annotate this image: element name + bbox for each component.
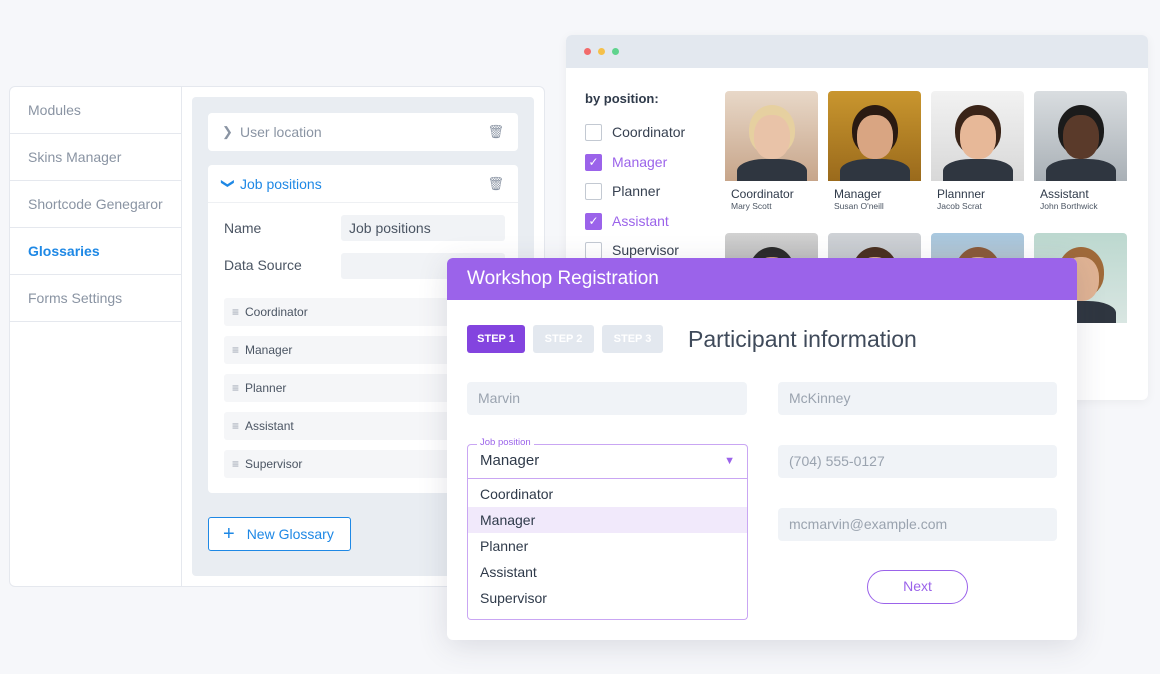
sidebar-item-shortcode-generator[interactable]: Shortcode Genegaror xyxy=(10,181,181,228)
checkbox-manager[interactable]: ✓ xyxy=(585,153,602,171)
sidebar: Modules Skins Manager Shortcode Genegaro… xyxy=(10,87,182,586)
drag-handle-icon[interactable]: ≡ xyxy=(232,419,239,433)
chevron-right-icon: ❯ xyxy=(222,124,233,139)
person-photo[interactable] xyxy=(931,91,1024,181)
person-role: Coordinator xyxy=(731,187,794,201)
drag-handle-icon[interactable]: ≡ xyxy=(232,381,239,395)
first-name-input[interactable]: Marvin xyxy=(467,382,747,415)
glossary-title: User location xyxy=(240,124,322,140)
checkbox-assistant[interactable]: ✓ xyxy=(585,212,602,230)
caret-down-icon: ▼ xyxy=(724,455,735,467)
face-shape xyxy=(1063,115,1099,159)
person-card-caption: Coordinator Mary Scott xyxy=(725,181,818,216)
filter-label: Assistant xyxy=(612,212,669,229)
shoulders-shape xyxy=(737,159,807,181)
entry-label: Assistant xyxy=(245,419,294,433)
drag-handle-icon[interactable]: ≡ xyxy=(232,305,239,319)
dropdown-option[interactable]: Supervisor xyxy=(468,585,747,611)
data-source-label: Data Source xyxy=(224,257,302,273)
glossary-card-collapsed: ❯ User location 🗑 xyxy=(208,113,518,151)
person-role: Manager xyxy=(834,187,882,201)
checkbox-coordinator[interactable] xyxy=(585,124,602,141)
face-shape xyxy=(857,115,893,159)
entry-label: Planner xyxy=(245,381,287,395)
phone-input[interactable]: (704) 555-0127 xyxy=(778,445,1057,478)
person-photo[interactable] xyxy=(725,91,818,181)
dropdown-option[interactable]: Assistant xyxy=(468,559,747,585)
glossary-header[interactable]: ❯ Job positions 🗑 xyxy=(208,165,518,203)
face-shape xyxy=(754,115,790,159)
checkbox-planner[interactable] xyxy=(585,183,602,200)
last-name-input[interactable]: McKinney xyxy=(778,382,1057,415)
person-photo[interactable] xyxy=(828,91,921,181)
minimize-dot-icon[interactable] xyxy=(598,48,605,55)
person-name: Jacob Scrat xyxy=(937,201,982,211)
glossary-header[interactable]: ❯ User location 🗑 xyxy=(208,113,518,151)
trash-icon[interactable]: 🗑 xyxy=(487,124,504,140)
shoulders-shape xyxy=(943,159,1013,181)
sidebar-item-skins-manager[interactable]: Skins Manager xyxy=(10,134,181,181)
glossary-entry[interactable]: ≡ Manager xyxy=(224,336,454,364)
face-shape xyxy=(960,115,996,159)
browser-titlebar xyxy=(566,35,1148,68)
name-label: Name xyxy=(224,220,262,236)
filter-label: Supervisor xyxy=(612,242,679,258)
selected-value: Manager xyxy=(480,452,540,469)
dropdown-option-selected[interactable]: Manager xyxy=(468,507,747,533)
dropdown-option[interactable]: Planner xyxy=(468,533,747,559)
filter-label: Coordinator xyxy=(612,124,686,140)
step-3-tab[interactable]: STEP 3 xyxy=(602,325,663,353)
glossary-entry[interactable]: ≡ Coordinator xyxy=(224,298,454,326)
person-photo[interactable] xyxy=(1034,91,1127,181)
person-card-caption: Assistant John Borthwick xyxy=(1034,181,1127,216)
person-name: John Borthwick xyxy=(1040,201,1098,211)
drag-handle-icon[interactable]: ≡ xyxy=(232,457,239,471)
filter-title: by position: xyxy=(585,91,659,106)
drag-handle-icon[interactable]: ≡ xyxy=(232,343,239,357)
glossary-entry[interactable]: ≡ Supervisor xyxy=(224,450,454,478)
sidebar-item-modules[interactable]: Modules xyxy=(10,87,181,134)
entry-label: Supervisor xyxy=(245,457,303,471)
glossary-entry[interactable]: ≡ Planner xyxy=(224,374,454,402)
sidebar-item-glossaries[interactable]: Glossaries xyxy=(10,228,181,275)
close-dot-icon[interactable] xyxy=(584,48,591,55)
entry-label: Manager xyxy=(245,343,293,357)
person-card-caption: Plannner Jacob Scrat xyxy=(931,181,1024,216)
person-role: Assistant xyxy=(1040,187,1089,201)
filter-label: Planner xyxy=(612,183,661,199)
form-title: Workshop Registration xyxy=(447,258,1077,300)
plus-icon: + xyxy=(223,522,235,545)
person-name: Susan O'neill xyxy=(834,201,884,211)
checkbox-supervisor[interactable] xyxy=(585,242,602,259)
person-role: Plannner xyxy=(937,187,986,201)
new-glossary-button[interactable]: + New Glossary xyxy=(208,517,351,551)
form-heading: Participant information xyxy=(688,326,917,352)
name-input[interactable]: Job positions xyxy=(341,215,505,241)
trash-icon[interactable]: 🗑 xyxy=(487,176,504,192)
filter-label: Manager xyxy=(612,153,668,170)
new-glossary-label: New Glossary xyxy=(246,526,334,542)
shoulders-shape xyxy=(840,159,910,181)
next-button[interactable]: Next xyxy=(867,570,968,604)
glossary-title: Job positions xyxy=(240,175,322,192)
glossary-entry[interactable]: ≡ Assistant xyxy=(224,412,454,440)
dropdown-option[interactable]: Coordinator xyxy=(468,481,747,507)
job-position-label: Job position xyxy=(477,437,534,448)
sidebar-item-forms-settings[interactable]: Forms Settings xyxy=(10,275,181,322)
person-card-caption: Manager Susan O'neill xyxy=(828,181,921,216)
email-input[interactable]: mcmarvin@example.com xyxy=(778,508,1057,541)
step-1-tab[interactable]: STEP 1 xyxy=(467,325,525,353)
chevron-down-icon: ❯ xyxy=(221,177,236,189)
step-2-tab[interactable]: STEP 2 xyxy=(533,325,594,353)
person-name: Mary Scott xyxy=(731,201,772,211)
registration-form: Workshop Registration STEP 1 STEP 2 STEP… xyxy=(447,258,1077,640)
maximize-dot-icon[interactable] xyxy=(612,48,619,55)
job-position-dropdown: Coordinator Manager Planner Assistant Su… xyxy=(467,479,748,620)
shoulders-shape xyxy=(1046,159,1116,181)
job-position-select[interactable]: Manager ▼ xyxy=(467,444,748,479)
entry-label: Coordinator xyxy=(245,305,308,319)
